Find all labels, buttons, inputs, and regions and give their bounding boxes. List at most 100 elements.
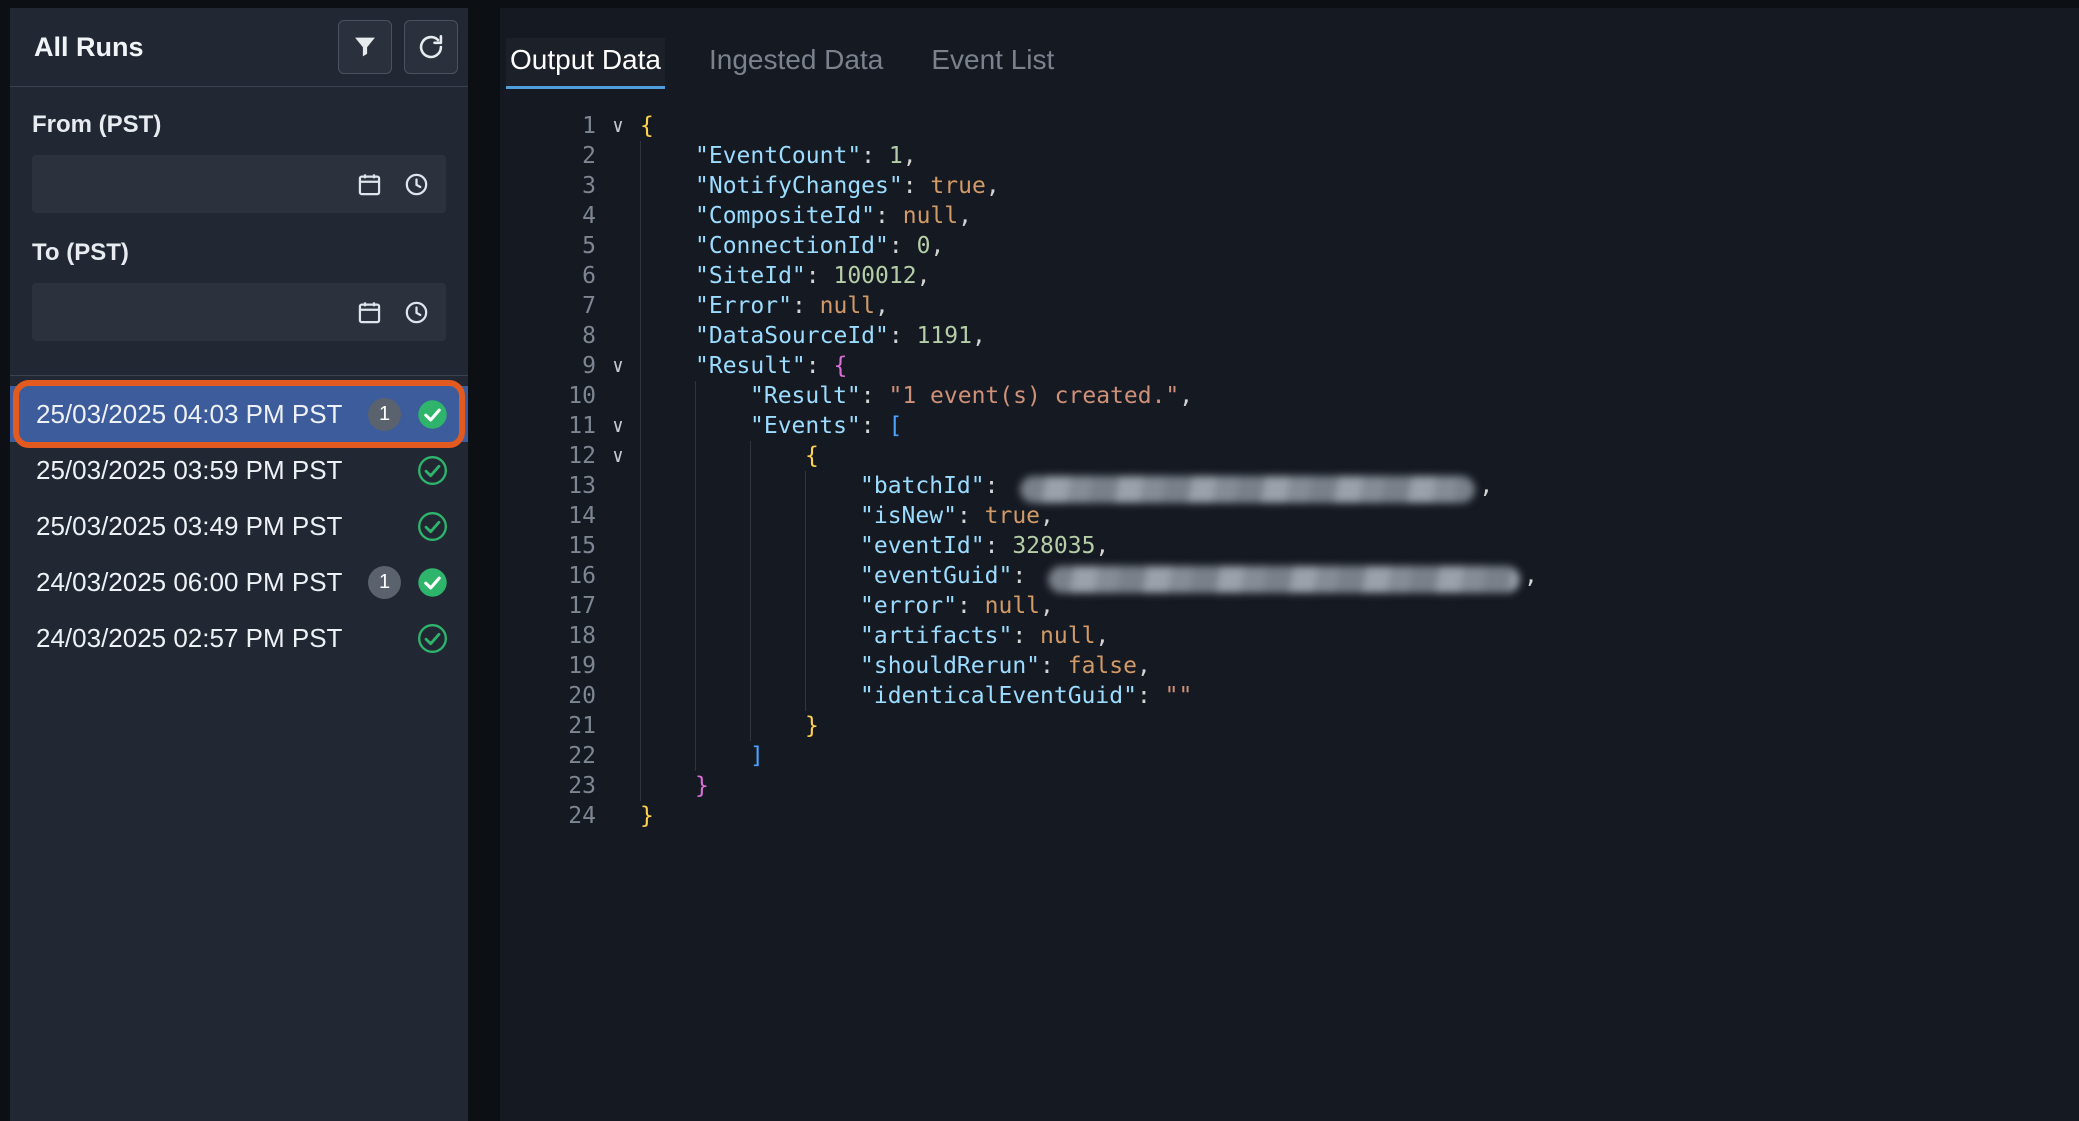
line-number: 13 <box>500 471 596 501</box>
run-list-item[interactable]: 24/03/2025 06:00 PM PST 1 <box>10 554 468 610</box>
line-number: 20 <box>500 681 596 711</box>
code-viewer: 1∨{2"EventCount": 1,3"NotifyChanges": tr… <box>500 111 2079 831</box>
run-timestamp: 24/03/2025 06:00 PM PST <box>36 567 342 598</box>
to-date-input[interactable] <box>48 297 336 327</box>
code-line: 18"artifacts": null, <box>500 621 2079 651</box>
sidebar-header: All Runs <box>10 8 468 87</box>
runs-sidebar: All Runs From (PST) <box>10 8 468 1121</box>
from-date-input[interactable] <box>48 169 336 199</box>
code-line: 23} <box>500 771 2079 801</box>
line-number: 9 <box>500 351 596 381</box>
code-line: 24} <box>500 801 2079 831</box>
line-number: 8 <box>500 321 596 351</box>
run-timestamp: 24/03/2025 02:57 PM PST <box>36 623 342 654</box>
code-line: 1∨{ <box>500 111 2079 141</box>
line-number: 4 <box>500 201 596 231</box>
sidebar-title: All Runs <box>34 32 326 63</box>
line-number: 19 <box>500 651 596 681</box>
line-number: 5 <box>500 231 596 261</box>
run-detail-panel: Output Data Ingested Data Event List 1∨{2"… <box>500 8 2079 1121</box>
from-date-field[interactable] <box>32 155 446 213</box>
code-line: 17"error": null, <box>500 591 2079 621</box>
status-success-solid-icon <box>417 399 448 430</box>
clock-icon[interactable] <box>403 299 430 326</box>
tab-output-data[interactable]: Output Data <box>506 38 665 89</box>
tab-bar: Output Data Ingested Data Event List <box>500 8 2079 89</box>
status-success-outline-icon <box>417 455 448 486</box>
line-number: 2 <box>500 141 596 171</box>
run-list-item[interactable]: 25/03/2025 03:59 PM PST <box>10 442 468 498</box>
line-number: 10 <box>500 381 596 411</box>
run-list-item[interactable]: 25/03/2025 03:49 PM PST <box>10 498 468 554</box>
filter-button[interactable] <box>338 20 392 74</box>
line-number: 15 <box>500 531 596 561</box>
status-success-solid-icon <box>417 567 448 598</box>
code-line: 13"batchId": , <box>500 471 2079 501</box>
fold-chevron-icon[interactable]: ∨ <box>596 411 640 441</box>
tab-ingested-data[interactable]: Ingested Data <box>705 38 887 89</box>
code-line: 6"SiteId": 100012, <box>500 261 2079 291</box>
status-success-outline-icon <box>417 511 448 542</box>
run-status-group: 1 <box>368 398 448 431</box>
line-number: 3 <box>500 171 596 201</box>
refresh-icon <box>417 33 445 61</box>
code-line: 15"eventId": 328035, <box>500 531 2079 561</box>
redacted-value <box>1048 566 1520 593</box>
fold-chevron-icon[interactable]: ∨ <box>596 441 640 471</box>
status-success-outline-icon <box>417 623 448 654</box>
refresh-button[interactable] <box>404 20 458 74</box>
code-line: 8"DataSourceId": 1191, <box>500 321 2079 351</box>
line-number: 18 <box>500 621 596 651</box>
line-number: 23 <box>500 771 596 801</box>
code-line: 5"ConnectionId": 0, <box>500 231 2079 261</box>
to-label: To (PST) <box>32 239 446 267</box>
line-number: 21 <box>500 711 596 741</box>
calendar-icon[interactable] <box>356 299 383 326</box>
run-status-group <box>417 455 448 486</box>
code-line: 21} <box>500 711 2079 741</box>
run-list-item[interactable]: 24/03/2025 02:57 PM PST <box>10 610 468 666</box>
line-number: 16 <box>500 561 596 591</box>
code-line: 20"identicalEventGuid": "" <box>500 681 2079 711</box>
tab-event-list[interactable]: Event List <box>927 38 1058 89</box>
run-count-badge: 1 <box>368 566 401 599</box>
code-line: 3"NotifyChanges": true, <box>500 171 2079 201</box>
line-number: 24 <box>500 801 596 831</box>
fold-chevron-icon[interactable]: ∨ <box>596 111 640 141</box>
run-timestamp: 25/03/2025 03:59 PM PST <box>36 455 342 486</box>
run-list-item[interactable]: 25/03/2025 04:03 PM PST 1 <box>10 386 468 442</box>
runs-list: 25/03/2025 04:03 PM PST 1 25/03/2025 03:… <box>10 376 468 666</box>
run-timestamp: 25/03/2025 04:03 PM PST <box>36 399 342 430</box>
code-line: 2"EventCount": 1, <box>500 141 2079 171</box>
calendar-icon[interactable] <box>356 171 383 198</box>
code-line: 11∨"Events": [ <box>500 411 2079 441</box>
run-status-group: 1 <box>368 566 448 599</box>
line-number: 12 <box>500 441 596 471</box>
code-line: 12∨{ <box>500 441 2079 471</box>
run-status-group <box>417 623 448 654</box>
line-number: 7 <box>500 291 596 321</box>
line-number: 22 <box>500 741 596 771</box>
code-line: 4"CompositeId": null, <box>500 201 2079 231</box>
fold-chevron-icon[interactable]: ∨ <box>596 351 640 381</box>
code-line: 22] <box>500 741 2079 771</box>
line-number: 11 <box>500 411 596 441</box>
run-status-group <box>417 511 448 542</box>
to-date-field[interactable] <box>32 283 446 341</box>
redacted-value <box>1020 476 1475 503</box>
line-number: 1 <box>500 111 596 141</box>
run-timestamp: 25/03/2025 03:49 PM PST <box>36 511 342 542</box>
code-line: 14"isNew": true, <box>500 501 2079 531</box>
code-line: 9∨"Result": { <box>500 351 2079 381</box>
date-filter-section: From (PST) To (PST) <box>10 87 468 376</box>
filter-icon <box>351 33 379 61</box>
line-number: 14 <box>500 501 596 531</box>
clock-icon[interactable] <box>403 171 430 198</box>
run-count-badge: 1 <box>368 398 401 431</box>
line-number: 6 <box>500 261 596 291</box>
code-line: 10"Result": "1 event(s) created.", <box>500 381 2079 411</box>
code-line: 7"Error": null, <box>500 291 2079 321</box>
from-label: From (PST) <box>32 111 446 139</box>
line-number: 17 <box>500 591 596 621</box>
code-line: 16"eventGuid": , <box>500 561 2079 591</box>
